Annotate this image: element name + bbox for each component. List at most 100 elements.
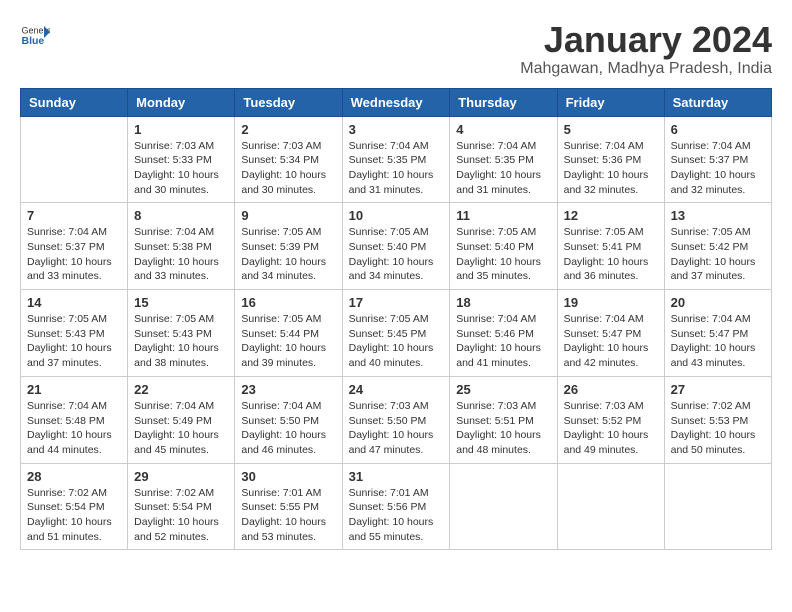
day-number: 16 <box>241 295 335 310</box>
calendar-cell: 21Sunrise: 7:04 AM Sunset: 5:48 PM Dayli… <box>21 376 128 463</box>
calendar-cell: 2 Sunrise: 7:03 AM Sunset: 5:34 PM Daylig… <box>235 116 342 203</box>
day-info: Sunrise: 7:04 AM Sunset: 5:50 PM Dayligh… <box>241 399 335 458</box>
calendar-cell: 15Sunrise: 7:05 AM Sunset: 5:43 PM Dayli… <box>128 290 235 377</box>
calendar-table: SundayMondayTuesdayWednesdayThursdayFrid… <box>20 88 772 551</box>
day-info: Sunrise: 7:04 AM Sunset: 5:35 PM Dayligh… <box>349 139 444 198</box>
day-number: 3 <box>349 122 444 137</box>
day-info: Sunrise: 7:04 AM Sunset: 5:47 PM Dayligh… <box>564 312 658 371</box>
location-title: Mahgawan, Madhya Pradesh, India <box>520 60 772 78</box>
day-info: Sunrise: 7:01 AM Sunset: 5:56 PM Dayligh… <box>349 486 444 545</box>
calendar-cell: 29 Sunrise: 7:02 AM Sunset: 5:54 PM Dayli… <box>128 463 235 550</box>
day-number: 20 <box>671 295 765 310</box>
calendar-cell: 7Sunrise: 7:04 AM Sunset: 5:37 PM Daylig… <box>21 203 128 290</box>
day-info: Sunrise: 7:04 AM Sunset: 5:35 PM Dayligh… <box>456 139 550 198</box>
day-info: Sunrise: 7:04 AM Sunset: 5:37 PM Dayligh… <box>27 225 121 284</box>
calendar-cell: 10 Sunrise: 7:05 AM Sunset: 5:40 PM Dayli… <box>342 203 450 290</box>
calendar-cell: 14Sunrise: 7:05 AM Sunset: 5:43 PM Dayli… <box>21 290 128 377</box>
week-row-5: 28 Sunrise: 7:02 AM Sunset: 5:54 PM Dayli… <box>21 463 772 550</box>
day-number: 10 <box>349 208 444 223</box>
calendar-cell: 13 Sunrise: 7:05 AM Sunset: 5:42 PM Dayli… <box>664 203 771 290</box>
calendar-cell: 28Sunrise: 7:02 AM Sunset: 5:54 PM Dayli… <box>21 463 128 550</box>
day-info: Sunrise: 7:03 AM Sunset: 5:33 PM Dayligh… <box>134 139 228 198</box>
calendar-cell: 31 Sunrise: 7:01 AM Sunset: 5:56 PM Dayli… <box>342 463 450 550</box>
calendar-cell <box>557 463 664 550</box>
day-info: Sunrise: 7:04 AM Sunset: 5:36 PM Dayligh… <box>564 139 658 198</box>
day-number: 23 <box>241 382 335 397</box>
day-number: 5 <box>564 122 658 137</box>
day-info: Sunrise: 7:04 AM Sunset: 5:48 PM Dayligh… <box>27 399 121 458</box>
day-info: Sunrise: 7:05 AM Sunset: 5:44 PM Dayligh… <box>241 312 335 371</box>
day-number: 6 <box>671 122 765 137</box>
calendar-cell: 12 Sunrise: 7:05 AM Sunset: 5:41 PM Dayli… <box>557 203 664 290</box>
day-number: 13 <box>671 208 765 223</box>
logo: General Blue <box>20 20 50 50</box>
day-info: Sunrise: 7:04 AM Sunset: 5:46 PM Dayligh… <box>456 312 550 371</box>
day-number: 25 <box>456 382 550 397</box>
day-header-friday: Friday <box>557 88 664 116</box>
day-info: Sunrise: 7:05 AM Sunset: 5:45 PM Dayligh… <box>349 312 444 371</box>
calendar-cell: 20Sunrise: 7:04 AM Sunset: 5:47 PM Dayli… <box>664 290 771 377</box>
calendar-cell: 18 Sunrise: 7:04 AM Sunset: 5:46 PM Dayli… <box>450 290 557 377</box>
day-header-sunday: Sunday <box>21 88 128 116</box>
calendar-cell: 16 Sunrise: 7:05 AM Sunset: 5:44 PM Dayli… <box>235 290 342 377</box>
day-header-thursday: Thursday <box>450 88 557 116</box>
calendar-cell: 11 Sunrise: 7:05 AM Sunset: 5:40 PM Dayli… <box>450 203 557 290</box>
day-number: 9 <box>241 208 335 223</box>
day-number: 24 <box>349 382 444 397</box>
calendar-cell: 4Sunrise: 7:04 AM Sunset: 5:35 PM Daylig… <box>450 116 557 203</box>
day-number: 28 <box>27 469 121 484</box>
logo-icon: General Blue <box>20 20 50 50</box>
day-number: 29 <box>134 469 228 484</box>
day-info: Sunrise: 7:02 AM Sunset: 5:53 PM Dayligh… <box>671 399 765 458</box>
day-number: 31 <box>349 469 444 484</box>
calendar-cell: 26 Sunrise: 7:03 AM Sunset: 5:52 PM Dayli… <box>557 376 664 463</box>
day-number: 12 <box>564 208 658 223</box>
calendar-cell: 22Sunrise: 7:04 AM Sunset: 5:49 PM Dayli… <box>128 376 235 463</box>
calendar-cell <box>664 463 771 550</box>
week-row-2: 7Sunrise: 7:04 AM Sunset: 5:37 PM Daylig… <box>21 203 772 290</box>
week-row-4: 21Sunrise: 7:04 AM Sunset: 5:48 PM Dayli… <box>21 376 772 463</box>
day-number: 11 <box>456 208 550 223</box>
day-number: 17 <box>349 295 444 310</box>
day-info: Sunrise: 7:05 AM Sunset: 5:41 PM Dayligh… <box>564 225 658 284</box>
day-number: 19 <box>564 295 658 310</box>
day-number: 2 <box>241 122 335 137</box>
day-info: Sunrise: 7:03 AM Sunset: 5:50 PM Dayligh… <box>349 399 444 458</box>
day-info: Sunrise: 7:03 AM Sunset: 5:51 PM Dayligh… <box>456 399 550 458</box>
calendar-cell: 17 Sunrise: 7:05 AM Sunset: 5:45 PM Dayli… <box>342 290 450 377</box>
day-info: Sunrise: 7:04 AM Sunset: 5:38 PM Dayligh… <box>134 225 228 284</box>
calendar-cell: 19 Sunrise: 7:04 AM Sunset: 5:47 PM Dayli… <box>557 290 664 377</box>
month-title: January 2024 <box>520 20 772 60</box>
day-header-tuesday: Tuesday <box>235 88 342 116</box>
day-info: Sunrise: 7:05 AM Sunset: 5:43 PM Dayligh… <box>27 312 121 371</box>
day-info: Sunrise: 7:03 AM Sunset: 5:34 PM Dayligh… <box>241 139 335 198</box>
title-section: January 2024 Mahgawan, Madhya Pradesh, I… <box>520 20 772 78</box>
day-number: 18 <box>456 295 550 310</box>
calendar-cell: 27 Sunrise: 7:02 AM Sunset: 5:53 PM Dayli… <box>664 376 771 463</box>
calendar-cell: 6 Sunrise: 7:04 AM Sunset: 5:37 PM Daylig… <box>664 116 771 203</box>
day-number: 27 <box>671 382 765 397</box>
day-number: 1 <box>134 122 228 137</box>
calendar-cell: 9 Sunrise: 7:05 AM Sunset: 5:39 PM Daylig… <box>235 203 342 290</box>
day-number: 8 <box>134 208 228 223</box>
day-number: 30 <box>241 469 335 484</box>
calendar-cell <box>21 116 128 203</box>
day-info: Sunrise: 7:03 AM Sunset: 5:52 PM Dayligh… <box>564 399 658 458</box>
week-row-3: 14Sunrise: 7:05 AM Sunset: 5:43 PM Dayli… <box>21 290 772 377</box>
day-info: Sunrise: 7:01 AM Sunset: 5:55 PM Dayligh… <box>241 486 335 545</box>
day-info: Sunrise: 7:05 AM Sunset: 5:39 PM Dayligh… <box>241 225 335 284</box>
calendar-cell: 30 Sunrise: 7:01 AM Sunset: 5:55 PM Dayli… <box>235 463 342 550</box>
day-info: Sunrise: 7:05 AM Sunset: 5:40 PM Dayligh… <box>349 225 444 284</box>
day-info: Sunrise: 7:02 AM Sunset: 5:54 PM Dayligh… <box>134 486 228 545</box>
week-row-1: 1 Sunrise: 7:03 AM Sunset: 5:33 PM Daylig… <box>21 116 772 203</box>
calendar-cell: 8 Sunrise: 7:04 AM Sunset: 5:38 PM Daylig… <box>128 203 235 290</box>
day-info: Sunrise: 7:04 AM Sunset: 5:37 PM Dayligh… <box>671 139 765 198</box>
day-number: 26 <box>564 382 658 397</box>
day-info: Sunrise: 7:04 AM Sunset: 5:49 PM Dayligh… <box>134 399 228 458</box>
day-header-saturday: Saturday <box>664 88 771 116</box>
day-info: Sunrise: 7:05 AM Sunset: 5:42 PM Dayligh… <box>671 225 765 284</box>
calendar-cell: 24 Sunrise: 7:03 AM Sunset: 5:50 PM Dayli… <box>342 376 450 463</box>
calendar-cell: 23 Sunrise: 7:04 AM Sunset: 5:50 PM Dayli… <box>235 376 342 463</box>
calendar-cell: 3 Sunrise: 7:04 AM Sunset: 5:35 PM Daylig… <box>342 116 450 203</box>
day-info: Sunrise: 7:05 AM Sunset: 5:40 PM Dayligh… <box>456 225 550 284</box>
